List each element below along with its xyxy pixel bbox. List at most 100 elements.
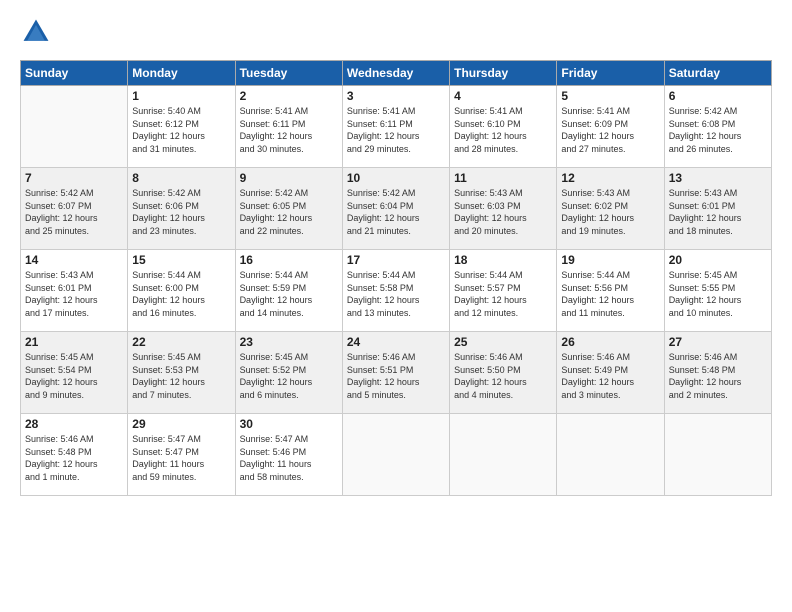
day-info: Sunrise: 5:46 AM Sunset: 5:51 PM Dayligh… bbox=[347, 351, 445, 401]
col-header-monday: Monday bbox=[128, 61, 235, 86]
day-info: Sunrise: 5:41 AM Sunset: 6:11 PM Dayligh… bbox=[347, 105, 445, 155]
calendar-cell: 5 Sunrise: 5:41 AM Sunset: 6:09 PM Daylig… bbox=[557, 86, 664, 168]
day-number: 23 bbox=[240, 335, 338, 349]
day-number: 2 bbox=[240, 89, 338, 103]
calendar-cell: 15 Sunrise: 5:44 AM Sunset: 6:00 PM Dayli… bbox=[128, 250, 235, 332]
day-number: 1 bbox=[132, 89, 230, 103]
day-number: 19 bbox=[561, 253, 659, 267]
day-info: Sunrise: 5:42 AM Sunset: 6:04 PM Dayligh… bbox=[347, 187, 445, 237]
day-number: 26 bbox=[561, 335, 659, 349]
calendar-week-1: 1 Sunrise: 5:40 AM Sunset: 6:12 PM Daylig… bbox=[21, 86, 772, 168]
day-number: 12 bbox=[561, 171, 659, 185]
day-info: Sunrise: 5:45 AM Sunset: 5:52 PM Dayligh… bbox=[240, 351, 338, 401]
calendar-cell: 9Sunrise: 5:42 AM Sunset: 6:05 PM Daylig… bbox=[235, 168, 342, 250]
calendar-week-5: 28 Sunrise: 5:46 AM Sunset: 5:48 PM Dayli… bbox=[21, 414, 772, 496]
day-number: 29 bbox=[132, 417, 230, 431]
day-number: 5 bbox=[561, 89, 659, 103]
calendar-cell: 2 Sunrise: 5:41 AM Sunset: 6:11 PM Daylig… bbox=[235, 86, 342, 168]
calendar-cell bbox=[450, 414, 557, 496]
day-info: Sunrise: 5:41 AM Sunset: 6:10 PM Dayligh… bbox=[454, 105, 552, 155]
calendar-cell bbox=[664, 414, 771, 496]
col-header-thursday: Thursday bbox=[450, 61, 557, 86]
day-number: 16 bbox=[240, 253, 338, 267]
day-info: Sunrise: 5:40 AM Sunset: 6:12 PM Dayligh… bbox=[132, 105, 230, 155]
calendar-cell: 11 Sunrise: 5:43 AM Sunset: 6:03 PM Dayli… bbox=[450, 168, 557, 250]
day-info: Sunrise: 5:44 AM Sunset: 5:57 PM Dayligh… bbox=[454, 269, 552, 319]
day-number: 13 bbox=[669, 171, 767, 185]
calendar-cell: 8Sunrise: 5:42 AM Sunset: 6:06 PM Daylig… bbox=[128, 168, 235, 250]
day-number: 28 bbox=[25, 417, 123, 431]
calendar-cell: 26 Sunrise: 5:46 AM Sunset: 5:49 PM Dayli… bbox=[557, 332, 664, 414]
calendar-cell: 6Sunrise: 5:42 AM Sunset: 6:08 PM Daylig… bbox=[664, 86, 771, 168]
logo bbox=[20, 16, 56, 48]
calendar-cell: 7 Sunrise: 5:42 AM Sunset: 6:07 PM Daylig… bbox=[21, 168, 128, 250]
logo-icon bbox=[20, 16, 52, 48]
header-row: SundayMondayTuesdayWednesdayThursdayFrid… bbox=[21, 61, 772, 86]
calendar-cell bbox=[557, 414, 664, 496]
day-number: 14 bbox=[25, 253, 123, 267]
calendar-cell: 12Sunrise: 5:43 AM Sunset: 6:02 PM Dayli… bbox=[557, 168, 664, 250]
day-number: 6 bbox=[669, 89, 767, 103]
day-number: 15 bbox=[132, 253, 230, 267]
day-number: 22 bbox=[132, 335, 230, 349]
calendar-cell: 28 Sunrise: 5:46 AM Sunset: 5:48 PM Dayli… bbox=[21, 414, 128, 496]
calendar-week-2: 7 Sunrise: 5:42 AM Sunset: 6:07 PM Daylig… bbox=[21, 168, 772, 250]
day-info: Sunrise: 5:43 AM Sunset: 6:03 PM Dayligh… bbox=[454, 187, 552, 237]
calendar-cell: 18Sunrise: 5:44 AM Sunset: 5:57 PM Dayli… bbox=[450, 250, 557, 332]
calendar-cell: 30Sunrise: 5:47 AM Sunset: 5:46 PM Dayli… bbox=[235, 414, 342, 496]
col-header-wednesday: Wednesday bbox=[342, 61, 449, 86]
day-info: Sunrise: 5:46 AM Sunset: 5:48 PM Dayligh… bbox=[669, 351, 767, 401]
calendar-cell: 23 Sunrise: 5:45 AM Sunset: 5:52 PM Dayli… bbox=[235, 332, 342, 414]
day-number: 10 bbox=[347, 171, 445, 185]
day-number: 3 bbox=[347, 89, 445, 103]
day-info: Sunrise: 5:46 AM Sunset: 5:49 PM Dayligh… bbox=[561, 351, 659, 401]
day-info: Sunrise: 5:44 AM Sunset: 5:56 PM Dayligh… bbox=[561, 269, 659, 319]
calendar-week-3: 14 Sunrise: 5:43 AM Sunset: 6:01 PM Dayli… bbox=[21, 250, 772, 332]
day-number: 21 bbox=[25, 335, 123, 349]
calendar-cell: 16 Sunrise: 5:44 AM Sunset: 5:59 PM Dayli… bbox=[235, 250, 342, 332]
day-number: 25 bbox=[454, 335, 552, 349]
day-info: Sunrise: 5:42 AM Sunset: 6:06 PM Dayligh… bbox=[132, 187, 230, 237]
col-header-tuesday: Tuesday bbox=[235, 61, 342, 86]
calendar-cell: 14 Sunrise: 5:43 AM Sunset: 6:01 PM Dayli… bbox=[21, 250, 128, 332]
calendar-cell: 22 Sunrise: 5:45 AM Sunset: 5:53 PM Dayli… bbox=[128, 332, 235, 414]
calendar-cell: 4 Sunrise: 5:41 AM Sunset: 6:10 PM Daylig… bbox=[450, 86, 557, 168]
day-info: Sunrise: 5:41 AM Sunset: 6:11 PM Dayligh… bbox=[240, 105, 338, 155]
day-number: 11 bbox=[454, 171, 552, 185]
day-info: Sunrise: 5:43 AM Sunset: 6:01 PM Dayligh… bbox=[669, 187, 767, 237]
day-info: Sunrise: 5:46 AM Sunset: 5:50 PM Dayligh… bbox=[454, 351, 552, 401]
day-number: 9 bbox=[240, 171, 338, 185]
calendar-cell: 1 Sunrise: 5:40 AM Sunset: 6:12 PM Daylig… bbox=[128, 86, 235, 168]
calendar-week-4: 21 Sunrise: 5:45 AM Sunset: 5:54 PM Dayli… bbox=[21, 332, 772, 414]
day-info: Sunrise: 5:45 AM Sunset: 5:53 PM Dayligh… bbox=[132, 351, 230, 401]
day-info: Sunrise: 5:45 AM Sunset: 5:54 PM Dayligh… bbox=[25, 351, 123, 401]
calendar-cell: 17Sunrise: 5:44 AM Sunset: 5:58 PM Dayli… bbox=[342, 250, 449, 332]
calendar-cell: 24Sunrise: 5:46 AM Sunset: 5:51 PM Dayli… bbox=[342, 332, 449, 414]
calendar-cell: 21 Sunrise: 5:45 AM Sunset: 5:54 PM Dayli… bbox=[21, 332, 128, 414]
day-number: 30 bbox=[240, 417, 338, 431]
calendar-cell: 10 Sunrise: 5:42 AM Sunset: 6:04 PM Dayli… bbox=[342, 168, 449, 250]
day-info: Sunrise: 5:44 AM Sunset: 5:59 PM Dayligh… bbox=[240, 269, 338, 319]
day-info: Sunrise: 5:41 AM Sunset: 6:09 PM Dayligh… bbox=[561, 105, 659, 155]
col-header-friday: Friday bbox=[557, 61, 664, 86]
day-info: Sunrise: 5:44 AM Sunset: 5:58 PM Dayligh… bbox=[347, 269, 445, 319]
calendar: SundayMondayTuesdayWednesdayThursdayFrid… bbox=[20, 60, 772, 496]
day-number: 20 bbox=[669, 253, 767, 267]
day-info: Sunrise: 5:46 AM Sunset: 5:48 PM Dayligh… bbox=[25, 433, 123, 483]
calendar-cell: 13 Sunrise: 5:43 AM Sunset: 6:01 PM Dayli… bbox=[664, 168, 771, 250]
calendar-cell: 25 Sunrise: 5:46 AM Sunset: 5:50 PM Dayli… bbox=[450, 332, 557, 414]
day-info: Sunrise: 5:43 AM Sunset: 6:01 PM Dayligh… bbox=[25, 269, 123, 319]
col-header-sunday: Sunday bbox=[21, 61, 128, 86]
page: SundayMondayTuesdayWednesdayThursdayFrid… bbox=[0, 0, 792, 612]
day-number: 4 bbox=[454, 89, 552, 103]
day-info: Sunrise: 5:42 AM Sunset: 6:07 PM Dayligh… bbox=[25, 187, 123, 237]
calendar-cell: 3 Sunrise: 5:41 AM Sunset: 6:11 PM Daylig… bbox=[342, 86, 449, 168]
calendar-cell: 29 Sunrise: 5:47 AM Sunset: 5:47 PM Dayli… bbox=[128, 414, 235, 496]
calendar-cell bbox=[21, 86, 128, 168]
day-number: 7 bbox=[25, 171, 123, 185]
day-number: 27 bbox=[669, 335, 767, 349]
header bbox=[20, 16, 772, 48]
calendar-cell: 20Sunrise: 5:45 AM Sunset: 5:55 PM Dayli… bbox=[664, 250, 771, 332]
day-info: Sunrise: 5:44 AM Sunset: 6:00 PM Dayligh… bbox=[132, 269, 230, 319]
day-info: Sunrise: 5:47 AM Sunset: 5:47 PM Dayligh… bbox=[132, 433, 230, 483]
